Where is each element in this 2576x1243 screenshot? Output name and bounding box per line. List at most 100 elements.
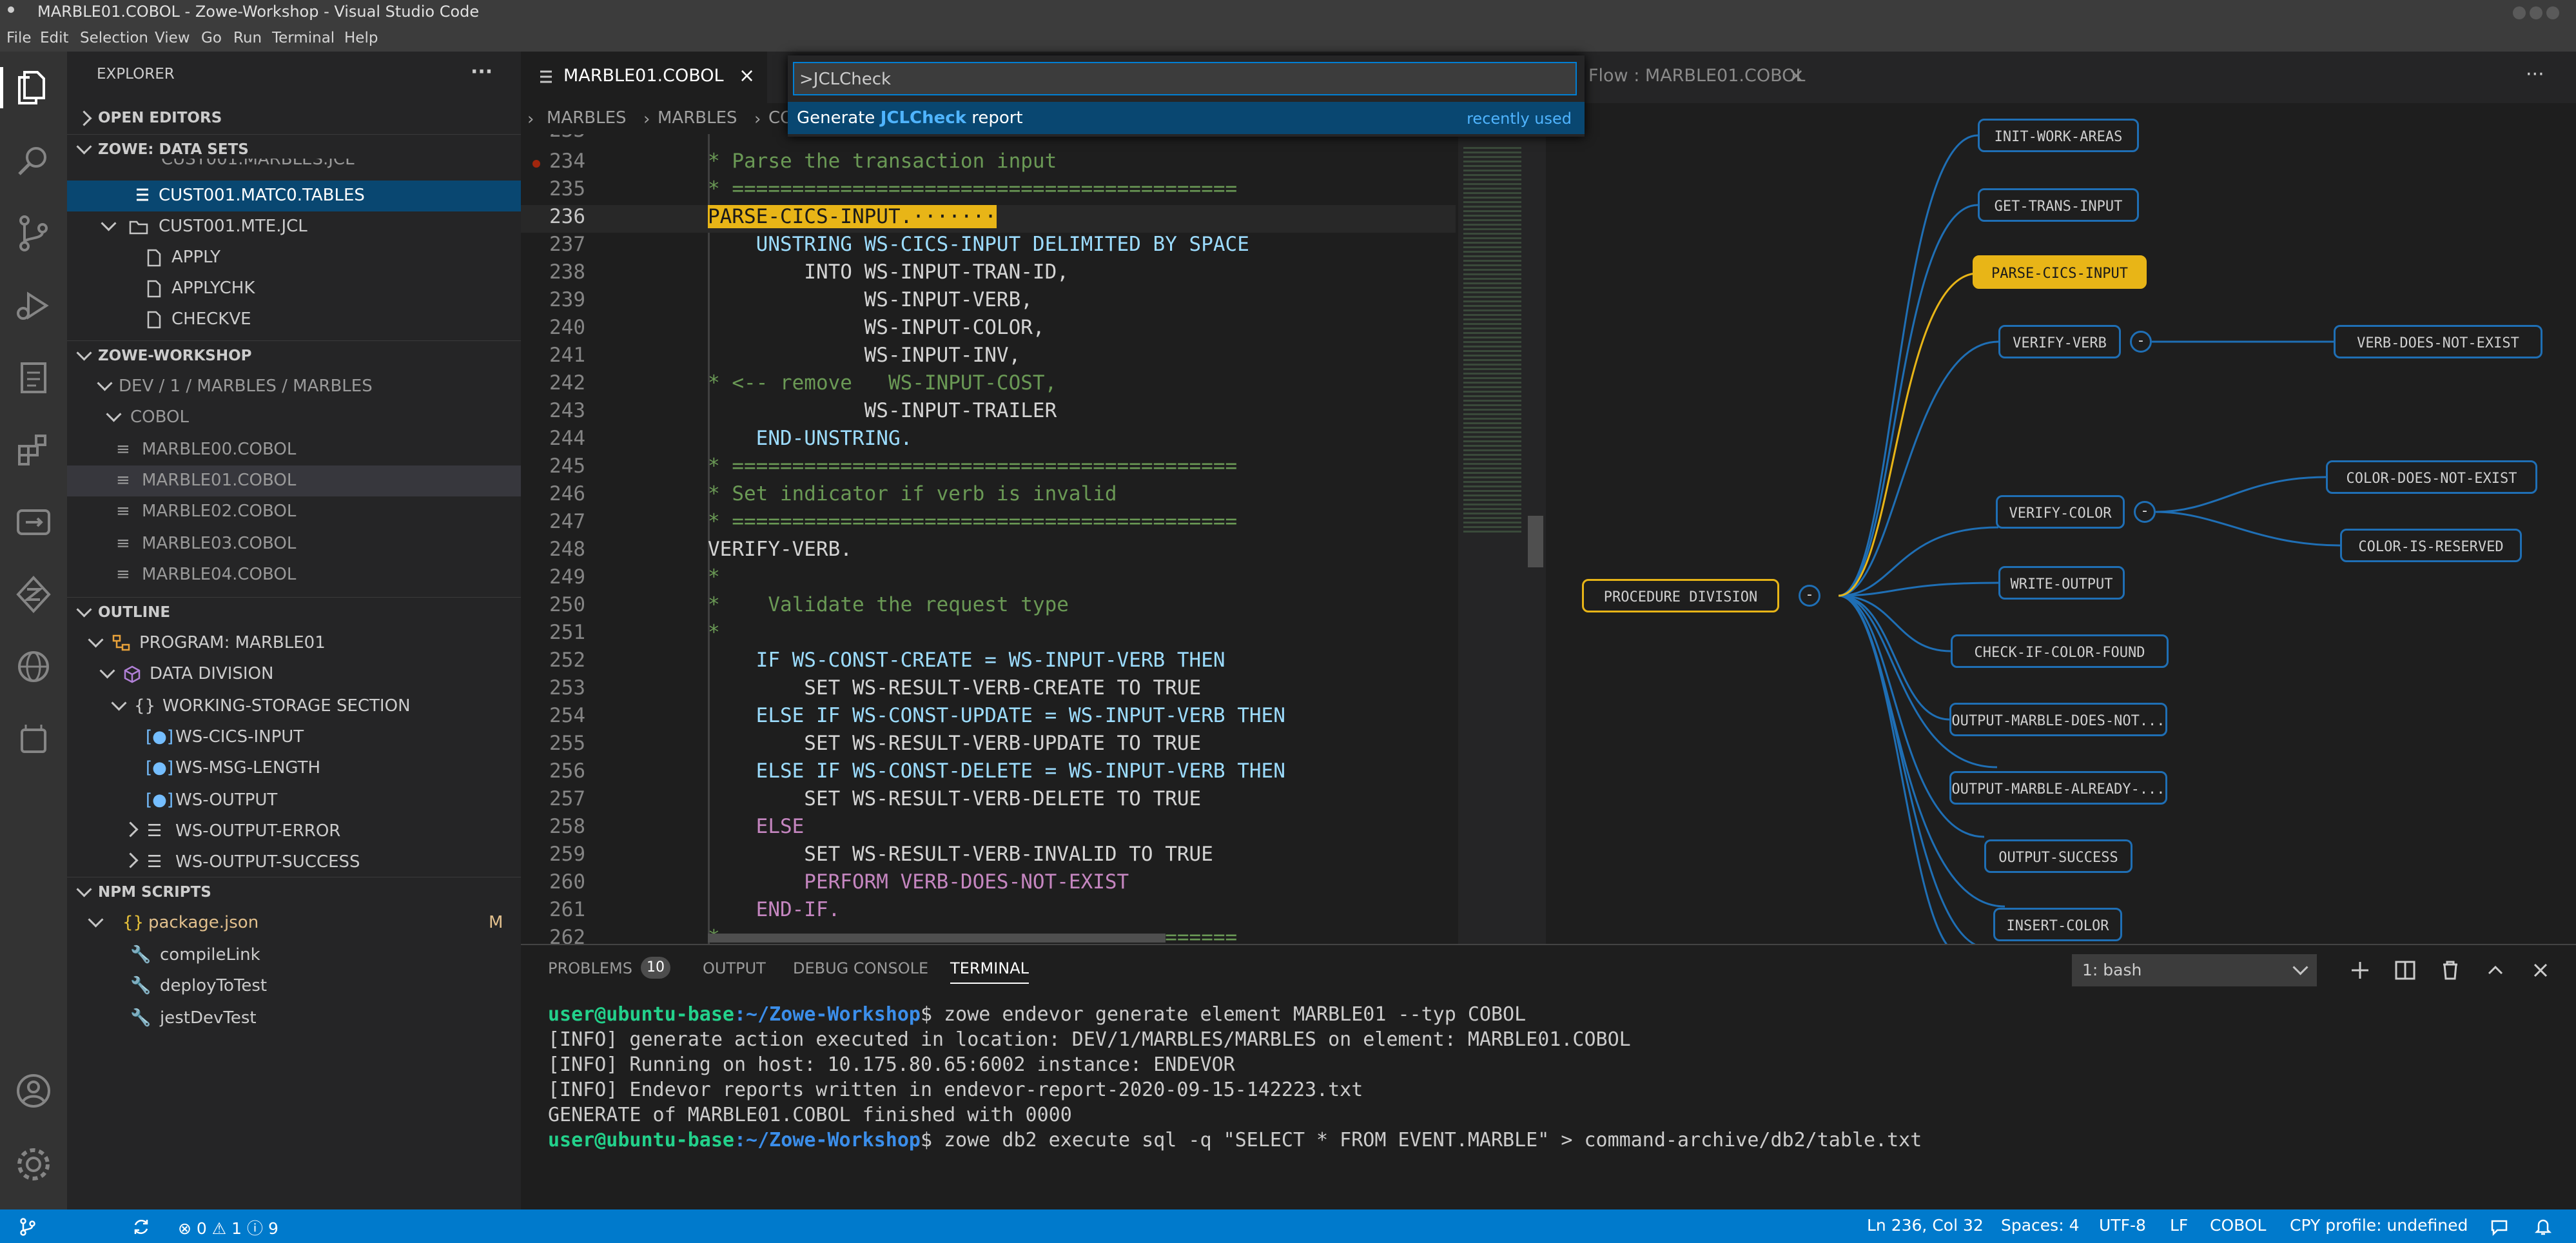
trash-icon[interactable] [2439,959,2461,981]
palette-item-generate-jclcheck[interactable]: Generate JCLCheck report recently used [788,102,1585,134]
tree-item-marble00[interactable]: ≡ MARBLE00.COBOL [67,435,521,465]
tree-item-apply[interactable]: APPLY [67,242,521,273]
settings-gear-icon[interactable] [13,1144,54,1185]
menu-edit[interactable]: Edit [40,30,69,46]
tree-item-dev-path[interactable]: DEV / 1 / MARBLES / MARBLES [67,371,521,402]
more-actions-icon[interactable]: ··· [2526,63,2544,86]
globe-icon[interactable] [13,646,54,687]
minimap[interactable] [1458,134,1546,944]
close-panel-icon[interactable] [2530,959,2552,981]
sync-icon[interactable] [132,1217,151,1237]
flow-node-verify-verb[interactable]: VERIFY-VERB [1998,325,2121,358]
flow-node-procedure-division[interactable]: PROCEDURE DIVISION [1582,579,1779,612]
tree-item-marble04[interactable]: ≡ MARBLE04.COBOL [67,560,521,591]
tab-marble01-cobol[interactable]: MARBLE01.COBOL × [521,52,767,103]
maximize-button[interactable] [2530,6,2542,19]
tree-item-marbles-jcl[interactable]: CUST001.MARBLES.JCL [67,159,521,177]
outline-ws-output-success[interactable]: ☰ WS-OUTPUT-SUCCESS [67,847,521,873]
end-of-line[interactable]: LF [2170,1216,2188,1235]
run-debug-icon[interactable] [13,285,54,326]
mainframe-icon[interactable] [13,718,54,759]
extensions-icon[interactable] [13,429,54,471]
zowe-icon[interactable] [13,574,54,615]
menu-go[interactable]: Go [201,30,222,46]
horizontal-scrollbar[interactable] [708,934,1166,943]
tree-item-checkve[interactable]: CHECKVE [67,304,521,335]
flow-node-output-success[interactable]: OUTPUT-SUCCESS [1984,839,2132,873]
tree-item-mte-jcl[interactable]: CUST001.MTE.JCL [67,211,521,242]
close-tab-icon[interactable]: × [739,64,755,87]
split-terminal-icon[interactable] [2394,959,2416,981]
outline-ws-cics-input[interactable]: [●] WS-CICS-INPUT [67,722,521,753]
flow-node-verify-color[interactable]: VERIFY-COLOR [1996,495,2125,529]
flow-node-output-marble-does-not[interactable]: OUTPUT-MARBLE-DOES-NOT... [1949,703,2167,736]
tree-item-marble03[interactable]: ≡ MARBLE03.COBOL [67,529,521,560]
tree-item-marble01[interactable]: ≡ MARBLE01.COBOL [67,465,521,496]
outline-ws-msg-length[interactable]: [●] WS-MSG-LENGTH [67,753,521,784]
search-icon[interactable] [13,141,54,182]
source-control-icon[interactable] [13,213,54,254]
menu-selection[interactable]: Selection [80,30,148,46]
flow-node-get-trans-input[interactable]: GET-TRANS-INPUT [1978,188,2139,222]
collapse-toggle-button[interactable]: - [2134,501,2156,523]
outline-program[interactable]: PROGRAM: MARBLE01 [67,628,521,659]
outline-working-storage[interactable]: {} WORKING-STORAGE SECTION [67,691,521,722]
menu-file[interactable]: File [6,30,32,46]
tab-flow-marble01[interactable]: Flow : MARBLE01.COBOL × [1572,52,1810,103]
collapse-toggle-button[interactable]: - [1799,585,1820,607]
flow-node-init-work-areas[interactable]: INIT-WORK-AREAS [1978,119,2139,152]
flow-node-insert-color[interactable]: INSERT-COLOR [1993,908,2122,941]
outline-data-division[interactable]: DATA DIVISION [67,659,521,690]
more-actions-icon[interactable]: ··· [471,61,493,83]
tab-terminal[interactable]: TERMINAL [950,959,1029,984]
command-palette-input[interactable]: >JCLCheck [793,62,1577,95]
breadcrumb-item[interactable]: MARBLES [547,108,627,128]
code-editor[interactable]: 233* ======== 234* Parse the transaction… [521,134,1456,944]
copybook-profile[interactable]: CPY profile: undefined [2290,1216,2468,1235]
notification-bell-icon[interactable] [2533,1217,2553,1237]
flow-node-write-output[interactable]: WRITE-OUTPUT [1998,566,2125,600]
flow-node-parse-cics-input[interactable]: PARSE-CICS-INPUT [1973,255,2147,289]
close-tab-icon[interactable]: × [1788,64,1804,87]
menu-help[interactable]: Help [344,30,378,46]
language-mode[interactable]: COBOL [2210,1216,2266,1235]
terminal-select[interactable]: 1: bash [2072,954,2317,986]
menu-terminal[interactable]: Terminal [272,30,335,46]
remote-icon[interactable] [13,502,54,543]
breadcrumb-item[interactable]: MARBLES [658,108,737,128]
tree-item-applychk[interactable]: APPLYCHK [67,273,521,304]
tree-item-marble02[interactable]: ≡ MARBLE02.COBOL [67,496,521,527]
vertical-scrollbar[interactable] [1528,516,1543,567]
tab-problems[interactable]: PROBLEMS [548,959,632,977]
terminal-output[interactable]: user@ubuntu-base:~/Zowe-Workshop$ zowe e… [548,1003,1922,1154]
npm-compile-link[interactable]: 🔧 compileLink [67,940,521,971]
npm-package-json[interactable]: {} package.json M [67,908,521,939]
new-terminal-icon[interactable] [2349,959,2371,981]
explorer-icon[interactable] [13,67,54,108]
tree-item-cobol-folder[interactable]: COBOL [67,402,521,433]
flow-node-color-does-not-exist[interactable]: COLOR-DOES-NOT-EXIST [2326,460,2537,494]
menu-view[interactable]: View [155,30,190,46]
problems-summary[interactable]: ⊗ 0 ⚠ 1 ⓘ 9 [178,1216,278,1239]
indentation[interactable]: Spaces: 4 [2001,1216,2079,1235]
tab-debug-console[interactable]: DEBUG CONSOLE [793,959,928,977]
close-window-button[interactable] [2546,6,2559,19]
feedback-icon[interactable] [2490,1217,2509,1237]
flow-node-verb-does-not-exist[interactable]: VERB-DOES-NOT-EXIST [2334,325,2542,358]
minimize-button[interactable] [2513,6,2526,19]
workshop-header[interactable]: ZOWE-WORKSHOP [67,340,521,371]
npm-scripts-header[interactable]: NPM SCRIPTS [67,877,521,907]
npm-jest-dev-test[interactable]: 🔧 jestDevTest [67,1003,521,1034]
open-editors-header[interactable]: OPEN EDITORS [67,103,521,133]
outline-header[interactable]: OUTLINE [67,597,521,627]
tab-output[interactable]: OUTPUT [703,959,766,977]
menu-run[interactable]: Run [233,30,262,46]
flow-node-output-marble-already[interactable]: OUTPUT-MARBLE-ALREADY-... [1949,771,2167,805]
outline-ws-output[interactable]: [●] WS-OUTPUT [67,785,521,816]
account-icon[interactable] [13,1070,54,1111]
flow-node-color-is-reserved[interactable]: COLOR-IS-RESERVED [2340,529,2522,562]
cursor-position[interactable]: Ln 236, Col 32 [1867,1216,1984,1235]
npm-deploy-to-test[interactable]: 🔧 deployToTest [67,971,521,1002]
outline-ws-output-error[interactable]: ☰ WS-OUTPUT-ERROR [67,816,521,847]
git-branch-icon[interactable] [18,1217,37,1237]
